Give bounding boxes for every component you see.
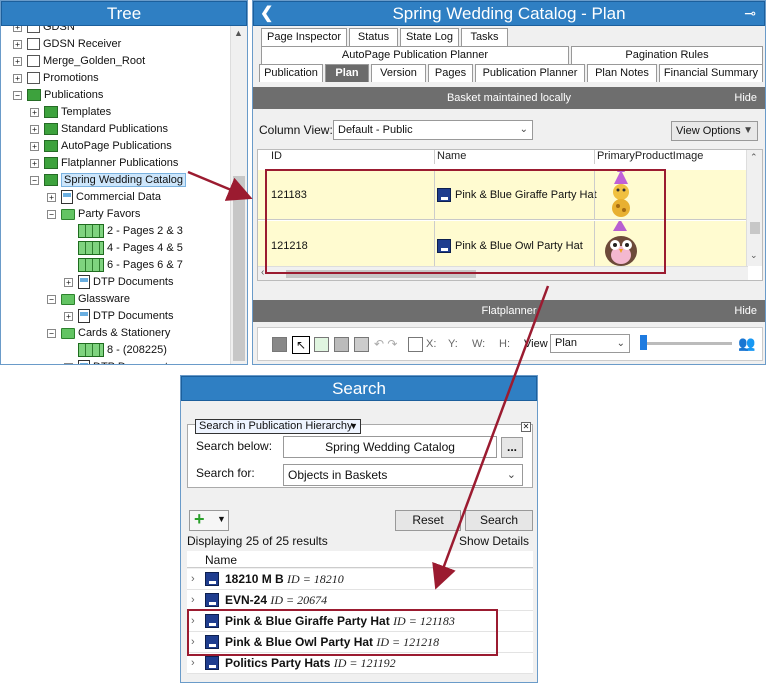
arrow-plan-to-search <box>432 285 550 590</box>
annotation-arrows <box>187 170 550 590</box>
arrow-tree-to-plan <box>187 170 253 201</box>
